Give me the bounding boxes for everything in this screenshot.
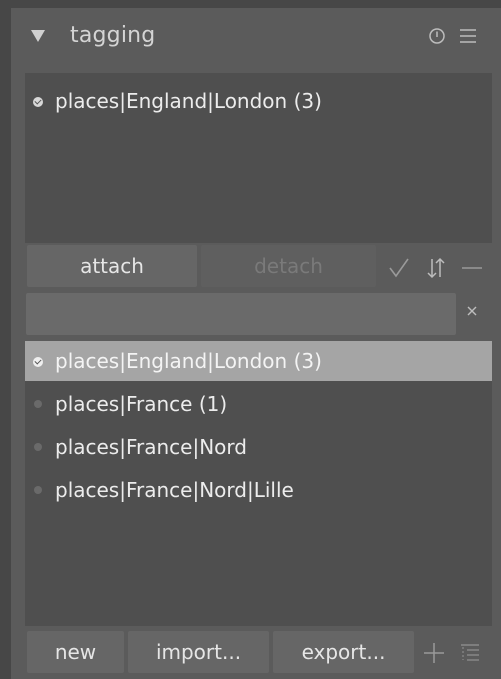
tag-label: places|France|Nord|Lille: [55, 478, 294, 502]
presets-menu-icon[interactable]: [459, 28, 477, 44]
tag-label: places|France (1): [55, 392, 228, 416]
dictionary-tag-row[interactable]: places|France (1): [25, 384, 492, 424]
dictionary-tag-row[interactable]: places|France|Nord: [25, 427, 492, 467]
tag-dictionary-list[interactable]: places|England|London (3) places|France …: [25, 341, 492, 626]
add-icon[interactable]: [422, 641, 446, 665]
export-button[interactable]: export...: [273, 631, 414, 673]
attached-tag-row[interactable]: places|England|London (3): [25, 81, 492, 121]
import-button[interactable]: import...: [128, 631, 269, 673]
module-title: tagging: [70, 23, 156, 48]
unchecked-icon: [34, 486, 42, 494]
tagging-module: tagging places|England|London (3) attach…: [11, 8, 501, 679]
tag-label: places|England|London (3): [55, 89, 322, 113]
module-header[interactable]: tagging: [11, 8, 501, 68]
attach-button[interactable]: attach: [27, 245, 197, 287]
power-icon[interactable]: [429, 28, 445, 44]
checked-icon: [33, 357, 43, 367]
dictionary-tag-row[interactable]: places|France|Nord|Lille: [25, 470, 492, 510]
collapse-minus-icon[interactable]: [460, 256, 484, 280]
unchecked-icon: [34, 443, 42, 451]
toggle-tree-icon[interactable]: [458, 641, 482, 665]
checked-icon: [33, 97, 43, 107]
tag-label: places|France|Nord: [55, 435, 247, 459]
toggle-check-icon[interactable]: [387, 256, 411, 280]
attached-tags-list[interactable]: places|England|London (3): [25, 73, 492, 243]
unchecked-icon: [34, 400, 42, 408]
dictionary-tag-row[interactable]: places|England|London (3): [25, 341, 492, 381]
tag-label: places|England|London (3): [55, 349, 322, 373]
sort-icon[interactable]: [424, 256, 448, 280]
tag-search-input[interactable]: [26, 293, 456, 335]
new-tag-button[interactable]: new: [27, 631, 124, 673]
clear-x-icon[interactable]: [463, 302, 481, 320]
detach-button[interactable]: detach: [201, 245, 376, 287]
collapse-arrow-icon[interactable]: [31, 30, 45, 42]
